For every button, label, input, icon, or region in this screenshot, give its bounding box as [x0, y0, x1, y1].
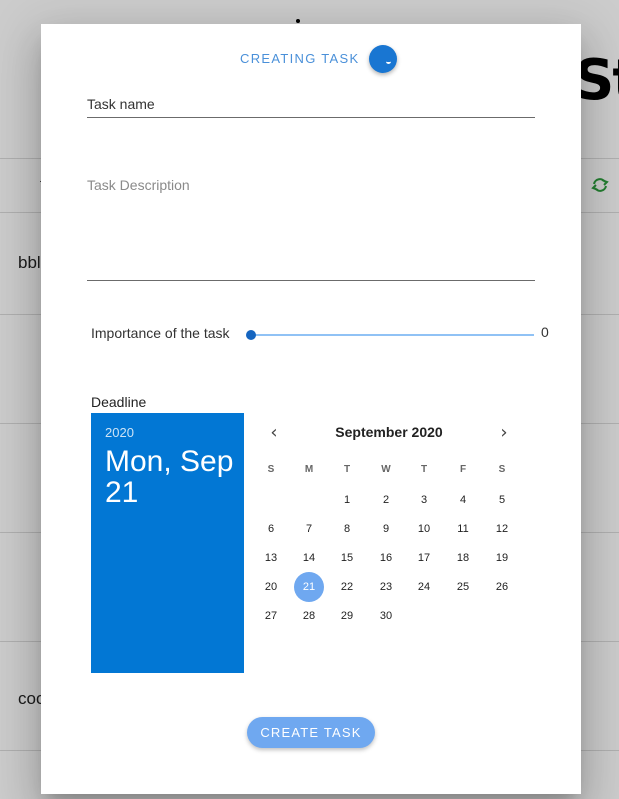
calendar-day[interactable]: 7 — [294, 514, 324, 544]
task-name-underline — [87, 117, 535, 118]
task-description-field[interactable]: Task Description — [87, 177, 535, 281]
dialog-title: CREATING TASK — [240, 51, 360, 66]
calendar-day[interactable]: 28 — [294, 601, 324, 631]
calendar-weekday: M — [304, 464, 314, 475]
calendar-day[interactable]: 24 — [409, 572, 439, 602]
calendar-selected-date: Mon, Sep 21 — [105, 445, 234, 509]
calendar-day[interactable]: 10 — [409, 514, 439, 544]
calendar-day[interactable]: 19 — [487, 543, 517, 573]
chevron-right-icon[interactable]: › — [494, 424, 514, 444]
task-description-placeholder: Task Description — [87, 177, 190, 193]
importance-slider-thumb[interactable] — [246, 330, 256, 340]
calendar-day[interactable]: 26 — [487, 572, 517, 602]
calendar-weekday: T — [420, 464, 428, 475]
calendar-day[interactable]: 25 — [448, 572, 478, 602]
calendar-day[interactable]: 20 — [256, 572, 286, 602]
calendar-day-selected[interactable]: 21 — [294, 572, 324, 602]
calendar-day[interactable]: 3 — [409, 485, 439, 515]
importance-slider-track[interactable] — [251, 334, 534, 336]
importance-label: Importance of the task — [91, 325, 230, 341]
calendar-weekday: S — [267, 464, 275, 475]
create-task-button[interactable]: CREATE TASK — [247, 717, 375, 748]
calendar-day[interactable]: 13 — [256, 543, 286, 573]
calendar-day[interactable]: 12 — [487, 514, 517, 544]
calendar-day[interactable]: 29 — [332, 601, 362, 631]
deadline-label: Deadline — [91, 394, 147, 410]
calendar-day[interactable]: 18 — [448, 543, 478, 573]
calendar-day[interactable]: 4 — [448, 485, 478, 515]
importance-value: 0 — [541, 324, 549, 340]
calendar-day[interactable]: 27 — [256, 601, 286, 631]
calendar-day[interactable]: 11 — [448, 514, 478, 544]
calendar-day[interactable]: 15 — [332, 543, 362, 573]
calendar-day[interactable]: 2 — [371, 485, 401, 515]
task-name-field[interactable]: Task name — [87, 96, 535, 118]
calendar-day[interactable]: 16 — [371, 543, 401, 573]
calendar-day[interactable]: 8 — [332, 514, 362, 544]
calendar-day[interactable]: 6 — [256, 514, 286, 544]
create-task-dialog: CREATING TASK Task name Task Description… — [41, 24, 581, 794]
calendar-day[interactable]: 9 — [371, 514, 401, 544]
calendar-month-label: September 2020 — [335, 424, 443, 440]
calendar-day[interactable]: 14 — [294, 543, 324, 573]
task-description-underline — [87, 280, 535, 281]
calendar-day[interactable]: 22 — [332, 572, 362, 602]
calendar-year[interactable]: 2020 — [105, 425, 134, 440]
calendar-day[interactable]: 23 — [371, 572, 401, 602]
calendar-weekday: S — [498, 464, 506, 475]
calendar-day[interactable]: 30 — [371, 601, 401, 631]
calendar-weekday: T — [343, 464, 351, 475]
calendar-day[interactable]: 5 — [487, 485, 517, 515]
calendar-day[interactable]: 17 — [409, 543, 439, 573]
calendar-weekday: F — [459, 464, 467, 475]
loading-spinner-icon — [369, 45, 397, 73]
calendar-header: 2020 Mon, Sep 21 — [91, 413, 244, 673]
calendar-weekday: W — [381, 464, 391, 475]
calendar-day[interactable]: 1 — [332, 485, 362, 515]
task-name-label: Task name — [87, 96, 155, 112]
